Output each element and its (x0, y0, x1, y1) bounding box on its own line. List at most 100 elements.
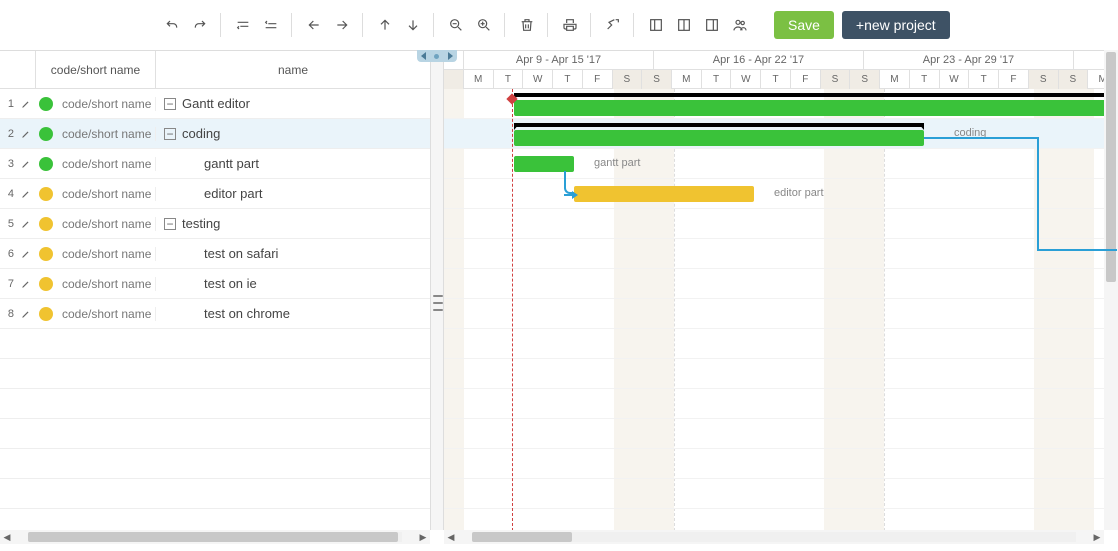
column-header-code[interactable]: code/short name (36, 51, 156, 88)
task-grid: code/short name name 1code/short name−Ga… (0, 51, 430, 530)
insert-below-button[interactable] (259, 13, 283, 37)
summary-bar[interactable] (514, 93, 1118, 97)
task-row[interactable]: 6 code/short nametest on safari (0, 239, 430, 269)
task-code[interactable]: code/short name (56, 127, 156, 141)
layout-2-button[interactable] (672, 13, 696, 37)
edit-icon[interactable] (16, 159, 36, 169)
task-code[interactable]: code/short name (56, 217, 156, 231)
expander-icon[interactable]: − (164, 98, 176, 110)
task-row[interactable]: 2code/short name−coding (0, 119, 430, 149)
save-button[interactable]: Save (774, 11, 834, 39)
day-header: T (553, 70, 583, 89)
insert-above-button[interactable] (231, 13, 255, 37)
status-dot (36, 127, 56, 141)
status-dot (36, 247, 56, 261)
outdent-button[interactable] (302, 13, 326, 37)
task-code[interactable]: code/short name (56, 187, 156, 201)
left-scrollbar[interactable]: ◀ ▶ (0, 530, 430, 544)
task-code[interactable]: code/short name (56, 307, 156, 321)
move-up-button[interactable] (373, 13, 397, 37)
task-bar[interactable] (574, 186, 754, 202)
chart-row (444, 299, 1118, 329)
day-header: M (464, 70, 494, 89)
status-dot (36, 277, 56, 291)
toolbar: Save +new project (0, 0, 1118, 50)
task-row[interactable]: 3code/short namegantt part (0, 149, 430, 179)
delete-button[interactable] (515, 13, 539, 37)
layout-1-button[interactable] (644, 13, 668, 37)
task-name[interactable]: −Gantt editor (156, 96, 430, 111)
empty-row (0, 449, 430, 479)
expander-icon[interactable]: − (164, 128, 176, 140)
zoom-in-button[interactable] (472, 13, 496, 37)
bar-label: coding (954, 127, 986, 139)
scroll-right-icon[interactable]: ▶ (416, 530, 430, 544)
chart-body[interactable]: codinggantt parteditor part (444, 89, 1118, 530)
status-dot (36, 187, 56, 201)
empty-row (0, 389, 430, 419)
task-bar[interactable] (514, 100, 1118, 116)
grid-header: code/short name name (0, 51, 430, 89)
task-name[interactable]: −testing (156, 216, 430, 231)
layout-3-button[interactable] (700, 13, 724, 37)
task-name[interactable]: editor part (156, 186, 430, 201)
day-header: F (583, 70, 613, 89)
status-dot (36, 97, 56, 111)
task-code[interactable]: code/short name (56, 97, 156, 111)
splitter-handle-icon (433, 293, 443, 313)
redo-button[interactable] (188, 13, 212, 37)
undo-button[interactable] (160, 13, 184, 37)
task-name[interactable]: test on safari (156, 246, 430, 261)
row-number: 6 (0, 248, 16, 260)
task-row[interactable]: 7code/short nametest on ie (0, 269, 430, 299)
right-scrollbar[interactable]: ◀ ▶ (444, 530, 1104, 544)
day-header: T (969, 70, 999, 89)
edit-icon[interactable] (16, 219, 36, 229)
move-down-button[interactable] (401, 13, 425, 37)
task-code[interactable]: code/short name (56, 157, 156, 171)
day-header: T (761, 70, 791, 89)
scroll-left-icon[interactable]: ◀ (444, 530, 458, 544)
scroll-right-icon[interactable]: ▶ (1090, 530, 1104, 544)
edit-icon[interactable] (16, 249, 36, 259)
task-bar[interactable] (514, 156, 574, 172)
zoom-out-button[interactable] (444, 13, 468, 37)
task-row[interactable]: 4code/short nameeditor part (0, 179, 430, 209)
edit-icon[interactable] (16, 129, 36, 139)
day-header: S (1029, 70, 1059, 89)
edit-icon[interactable] (16, 279, 36, 289)
scroll-left-icon[interactable]: ◀ (0, 530, 14, 544)
task-name[interactable]: test on chrome (156, 306, 430, 321)
column-header-name[interactable]: name (156, 51, 430, 88)
task-code[interactable]: code/short name (56, 247, 156, 261)
task-row[interactable]: 5code/short name−testing (0, 209, 430, 239)
day-header: W (523, 70, 553, 89)
task-code[interactable]: code/short name (56, 277, 156, 291)
indent-button[interactable] (330, 13, 354, 37)
day-header: T (494, 70, 524, 89)
new-project-button[interactable]: +new project (842, 11, 950, 39)
task-name[interactable]: gantt part (156, 156, 430, 171)
splitter[interactable] (430, 51, 444, 530)
vertical-scrollbar[interactable] (1104, 50, 1118, 530)
task-row[interactable]: 8 code/short nametest on chrome (0, 299, 430, 329)
print-button[interactable] (558, 13, 582, 37)
edit-icon[interactable] (16, 309, 36, 319)
task-name[interactable]: −coding (156, 126, 430, 141)
critical-path-button[interactable] (601, 13, 625, 37)
row-number: 8 (0, 308, 16, 320)
edit-icon[interactable] (16, 189, 36, 199)
edit-icon[interactable] (16, 99, 36, 109)
day-header: W (731, 70, 761, 89)
chart-row (444, 389, 1118, 419)
resources-button[interactable] (728, 13, 752, 37)
task-name[interactable]: test on ie (156, 276, 430, 291)
summary-bar[interactable] (514, 123, 924, 127)
status-dot (36, 157, 56, 171)
task-row[interactable]: 1code/short name−Gantt editor (0, 89, 430, 119)
chart-row (444, 359, 1118, 389)
task-bar[interactable] (514, 130, 924, 146)
expander-icon[interactable]: − (164, 218, 176, 230)
day-header: S (642, 70, 672, 89)
day-header: T (702, 70, 732, 89)
